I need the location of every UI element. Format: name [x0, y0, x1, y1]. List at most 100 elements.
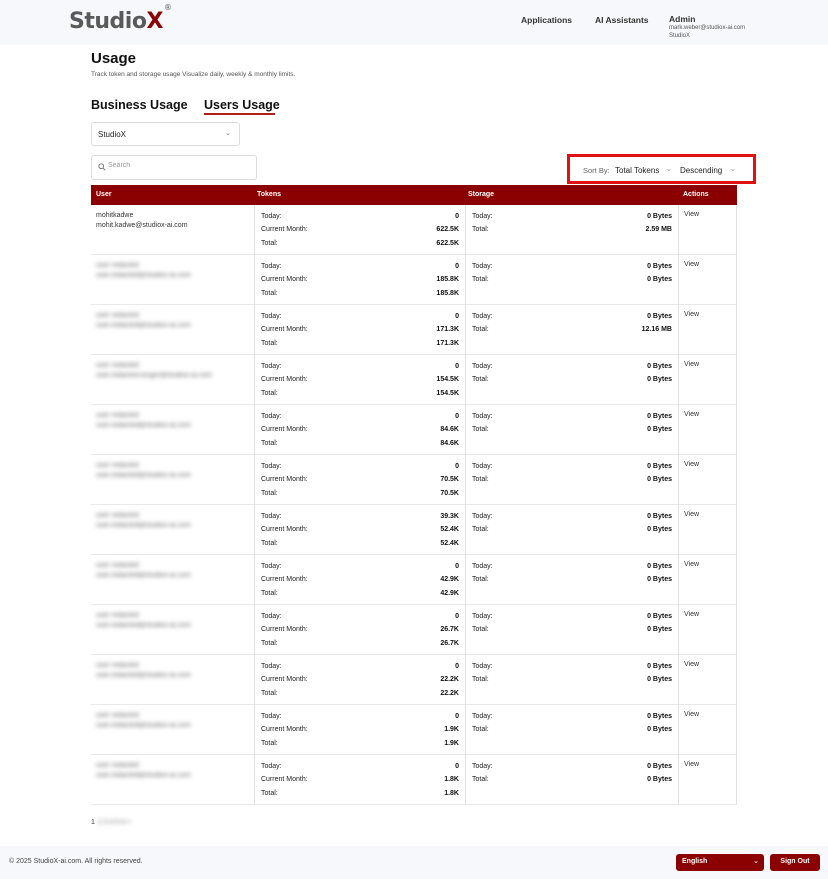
sort-field-select[interactable]: Total Tokens	[615, 166, 659, 175]
tokens-today-value: 0	[455, 263, 459, 270]
storage-total-value: 0 Bytes	[647, 526, 672, 533]
storage-cell: Today: 0 Bytes Total: 0 Bytes	[466, 705, 679, 755]
sign-out-button[interactable]: Sign Out	[770, 854, 820, 871]
tokens-total-label: Total:	[261, 540, 278, 547]
user-name: user redacted	[96, 362, 139, 369]
storage-total-label: Total:	[472, 776, 489, 783]
language-select[interactable]: English ⌄	[676, 854, 764, 871]
view-link[interactable]: View	[684, 511, 699, 518]
search-box[interactable]	[91, 155, 257, 180]
view-link[interactable]: View	[684, 461, 699, 468]
storage-total-label: Total:	[472, 276, 489, 283]
user-email: user.redacted@studiox-ai.com	[96, 572, 191, 579]
storage-today-label: Today:	[472, 463, 493, 470]
nav-applications[interactable]: Applications	[521, 15, 572, 25]
storage-today-value: 0 Bytes	[647, 313, 672, 320]
sort-order-select[interactable]: Descending	[680, 166, 722, 175]
tokens-cell: Today: 0 Current Month: 185.8K Total: 185.8K	[254, 255, 466, 305]
pagination-current-page[interactable]: 1	[91, 819, 95, 826]
sort-controls: Sort By: Total Tokens ⌄ Descending ⌄	[567, 154, 756, 184]
storage-today-value: 0 Bytes	[647, 463, 672, 470]
tokens-month-label: Current Month:	[261, 576, 308, 583]
tokens-today-value: 0	[455, 313, 459, 320]
tokens-month-label: Current Month:	[261, 626, 308, 633]
user-name: user redacted	[96, 262, 139, 269]
tokens-cell: Today: 0 Current Month: 171.3K Total: 171.3K	[254, 305, 466, 355]
user-email: user.redacted@studiox-ai.com	[96, 772, 191, 779]
pagination-other-pages[interactable]: 2 3 4 5 6 >	[98, 819, 131, 826]
actions-cell: View	[679, 555, 737, 605]
user-email: user.redacted@studiox-ai.com	[96, 472, 191, 479]
storage-today-value: 0 Bytes	[647, 763, 672, 770]
studiox-logo[interactable]: StudioX®	[69, 3, 172, 34]
storage-today-value: 0 Bytes	[647, 713, 672, 720]
storage-today-value: 0 Bytes	[647, 613, 672, 620]
tokens-today-value: 0	[455, 663, 459, 670]
tokens-total-value: 171.3K	[436, 340, 459, 347]
view-link[interactable]: View	[684, 411, 699, 418]
view-link[interactable]: View	[684, 661, 699, 668]
actions-cell: View	[679, 705, 737, 755]
top-header: StudioX® Applications AI Assistants Admi…	[0, 0, 828, 45]
organization-select-value: StudioX	[98, 130, 127, 139]
table-row: user redacted user.redacted@studiox-ai.co…	[91, 405, 737, 455]
storage-today-value: 0 Bytes	[647, 413, 672, 420]
tokens-cell: Today: 0 Current Month: 22.2K Total: 22.2K	[254, 655, 466, 705]
view-link[interactable]: View	[684, 561, 699, 568]
view-link[interactable]: View	[684, 361, 699, 368]
organization-select[interactable]: StudioX ⌄	[91, 122, 240, 146]
user-name: user redacted	[96, 762, 139, 769]
search-input[interactable]	[108, 162, 248, 169]
tokens-today-value: 39.3K	[440, 513, 459, 520]
storage-cell: Today: 0 Bytes Total: 0 Bytes	[466, 555, 679, 605]
view-link[interactable]: View	[684, 611, 699, 618]
tokens-today-value: 0	[455, 463, 459, 470]
chevron-down-icon[interactable]: ⌄	[666, 165, 672, 173]
pagination: 12 3 4 5 6 >	[91, 819, 131, 826]
storage-total-value: 0 Bytes	[647, 476, 672, 483]
tokens-total-value: 1.8K	[444, 790, 459, 797]
tokens-total-label: Total:	[261, 590, 278, 597]
tokens-total-value: 622.5K	[436, 240, 459, 247]
tokens-total-label: Total:	[261, 440, 278, 447]
admin-email: mark.weber@studiox-ai.com	[669, 25, 746, 31]
user-cell: user redacted user.redacted@studiox-ai.co…	[91, 255, 254, 305]
storage-today-label: Today:	[472, 213, 493, 220]
storage-today-label: Today:	[472, 563, 493, 570]
tokens-today-value: 0	[455, 563, 459, 570]
tab-users-usage[interactable]: Users Usage	[204, 98, 280, 112]
tokens-today-label: Today:	[261, 563, 282, 570]
view-link[interactable]: View	[684, 261, 699, 268]
storage-total-label: Total:	[472, 726, 489, 733]
tokens-cell: Today: 0 Current Month: 42.9K Total: 42.9K	[254, 555, 466, 605]
user-email: mohit.kadwe@studiox-ai.com	[96, 222, 188, 229]
chevron-down-icon[interactable]: ⌄	[730, 165, 736, 173]
view-link[interactable]: View	[684, 711, 699, 718]
admin-menu[interactable]: Admin mark.weber@studiox-ai.com StudioX	[669, 14, 745, 40]
tab-business-usage[interactable]: Business Usage	[91, 98, 188, 112]
storage-total-value: 0 Bytes	[647, 776, 672, 783]
storage-total-value: 0 Bytes	[647, 276, 672, 283]
nav-ai-assistants[interactable]: AI Assistants	[595, 15, 649, 25]
actions-cell: View	[679, 455, 737, 505]
storage-cell: Today: 0 Bytes Total: 0 Bytes	[466, 455, 679, 505]
tokens-month-label: Current Month:	[261, 226, 308, 233]
tokens-month-value: 622.5K	[436, 226, 459, 233]
page-subtitle: Track token and storage usage Visualize …	[91, 71, 296, 78]
table-row: user redacted user.redacted@studiox-ai.co…	[91, 255, 737, 305]
tokens-today-label: Today:	[261, 313, 282, 320]
view-link[interactable]: View	[684, 311, 699, 318]
tokens-today-value: 0	[455, 713, 459, 720]
storage-total-label: Total:	[472, 676, 489, 683]
tokens-month-value: 154.5K	[436, 376, 459, 383]
user-email: user.redacted@studiox-ai.com	[96, 522, 191, 529]
tokens-total-label: Total:	[261, 740, 278, 747]
tokens-today-value: 0	[455, 763, 459, 770]
view-link[interactable]: View	[684, 761, 699, 768]
tokens-total-value: 1.9K	[444, 740, 459, 747]
storage-cell: Today: 0 Bytes Total: 0 Bytes	[466, 655, 679, 705]
tokens-total-value: 26.7K	[440, 640, 459, 647]
tokens-total-label: Total:	[261, 490, 278, 497]
tokens-total-value: 70.5K	[440, 490, 459, 497]
view-link[interactable]: View	[684, 211, 699, 218]
